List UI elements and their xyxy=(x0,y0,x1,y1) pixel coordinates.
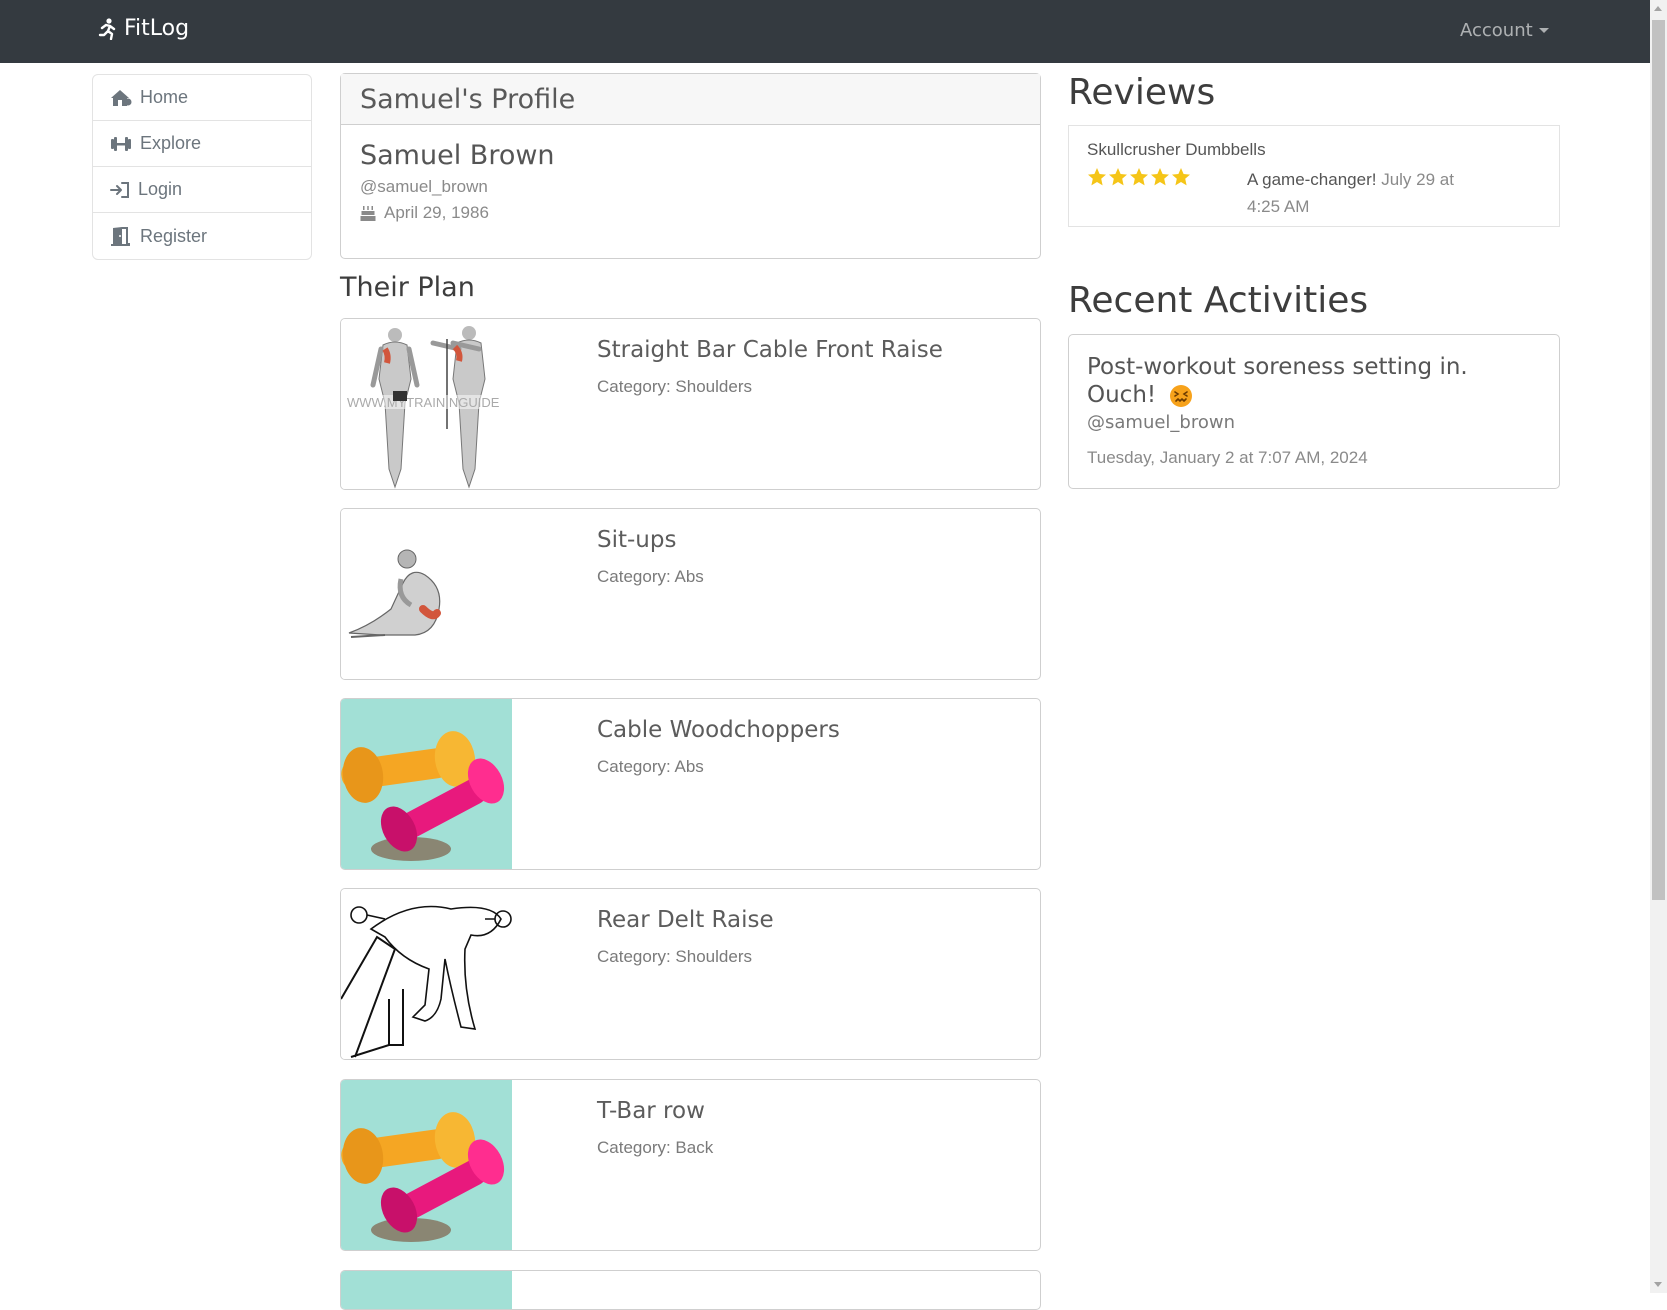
sidebar-item-login[interactable]: Login xyxy=(93,167,311,213)
page-scrollbar[interactable] xyxy=(1650,0,1667,1293)
exercise-category: Category: Back xyxy=(597,1138,714,1157)
exercise-category: Category: Abs xyxy=(597,757,704,776)
profile-handle: @samuel_brown xyxy=(360,177,488,196)
exercise-category: Category: Abs xyxy=(597,567,704,586)
running-person-icon xyxy=(98,17,116,40)
reviews-title: Reviews xyxy=(1068,72,1216,113)
review-body: A game-changer! July 29 at 4:25 AM xyxy=(1247,166,1467,220)
plan-card[interactable] xyxy=(340,1270,1041,1310)
review-card: Skullcrusher Dumbbells A game-changer! J… xyxy=(1068,125,1560,227)
sidebar-item-label: Register xyxy=(140,225,208,246)
sidebar-nav: Home Explore Login Register xyxy=(92,74,312,260)
star-rating xyxy=(1087,167,1192,187)
plan-card[interactable]: Sit-ups Category: Abs xyxy=(340,508,1041,680)
sign-in-icon xyxy=(110,181,129,198)
exercise-thumbnail xyxy=(341,509,512,679)
plan-title: Their Plan xyxy=(340,272,475,303)
sidebar-item-register[interactable]: Register xyxy=(93,213,311,259)
exercise-name: T-Bar row xyxy=(597,1098,705,1124)
exercise-thumbnail xyxy=(341,1271,512,1309)
door-open-icon xyxy=(111,227,130,246)
star-icon xyxy=(1130,168,1148,186)
plan-card[interactable]: WWW.MYTRAININGUIDE Straight Bar Cable Fr… xyxy=(340,318,1041,490)
activities-title: Recent Activities xyxy=(1068,280,1369,321)
scroll-down-arrow-icon[interactable] xyxy=(1654,1282,1662,1287)
caret-down-icon xyxy=(1538,28,1549,33)
svg-text:WWW.MYTRAININGUIDE: WWW.MYTRAININGUIDE xyxy=(347,395,500,410)
plan-card[interactable]: Cable Woodchoppers Category: Abs xyxy=(340,698,1041,870)
review-text: A game-changer! xyxy=(1247,170,1377,189)
activity-card: Post-workout soreness setting in. Ouch! … xyxy=(1068,334,1560,489)
profile-birthday: April 29, 1986 xyxy=(360,203,1021,223)
star-icon xyxy=(1088,168,1106,186)
scroll-up-arrow-icon[interactable] xyxy=(1654,6,1662,11)
profile-name: Samuel Brown xyxy=(360,140,555,171)
exercise-thumbnail xyxy=(341,699,512,869)
activity-user[interactable]: @samuel_brown xyxy=(1087,412,1235,433)
sidebar-item-label: Home xyxy=(140,87,189,107)
birthday-cake-icon xyxy=(360,205,376,221)
exercise-thumbnail: WWW.MYTRAININGUIDE xyxy=(341,319,512,489)
exercise-category: Category: Shoulders xyxy=(597,947,752,966)
birthday-text: April 29, 1986 xyxy=(384,203,489,222)
sidebar-item-explore[interactable]: Explore xyxy=(93,121,311,167)
activity-timestamp: Tuesday, January 2 at 7:07 AM, 2024 xyxy=(1087,448,1368,467)
plan-card[interactable]: Rear Delt Raise Category: Shoulders xyxy=(340,888,1041,1060)
exercise-category: Category: Shoulders xyxy=(597,377,752,396)
star-icon xyxy=(1172,168,1190,186)
activity-body: Post-workout soreness setting in. Ouch! xyxy=(1087,353,1527,409)
dumbbell-icon xyxy=(111,136,131,151)
exercise-name: Rear Delt Raise xyxy=(597,907,774,933)
exercise-thumbnail xyxy=(341,889,512,1059)
exercise-name: Cable Woodchoppers xyxy=(597,717,840,743)
sidebar-item-label: Login xyxy=(138,179,183,199)
sidebar-item-home[interactable]: Home xyxy=(93,75,311,121)
profile-header: Samuel's Profile xyxy=(341,74,1040,125)
star-icon xyxy=(1109,168,1127,186)
review-product-name: Skullcrusher Dumbbells xyxy=(1087,140,1266,159)
confounded-face-emoji xyxy=(1170,384,1193,407)
profile-card: Samuel's Profile Samuel Brown @samuel_br… xyxy=(340,73,1041,259)
scrollbar-thumb[interactable] xyxy=(1652,20,1665,900)
home-icon xyxy=(111,89,132,106)
profile-body: Samuel Brown @samuel_brown April 29, 198… xyxy=(341,125,1040,238)
brand-link[interactable]: FitLog xyxy=(98,16,189,41)
sidebar-item-label: Explore xyxy=(140,133,202,153)
exercise-name: Sit-ups xyxy=(597,527,677,553)
exercise-thumbnail xyxy=(341,1080,512,1250)
account-label: Account xyxy=(1460,20,1533,41)
exercise-name: Straight Bar Cable Front Raise xyxy=(597,337,943,363)
activity-text: Post-workout soreness setting in. Ouch! xyxy=(1087,354,1468,408)
account-dropdown[interactable]: Account xyxy=(1460,20,1549,41)
brand-name: FitLog xyxy=(124,16,190,41)
navbar: FitLog Account xyxy=(0,0,1650,63)
plan-card[interactable]: T-Bar row Category: Back xyxy=(340,1079,1041,1251)
star-icon xyxy=(1151,168,1169,186)
